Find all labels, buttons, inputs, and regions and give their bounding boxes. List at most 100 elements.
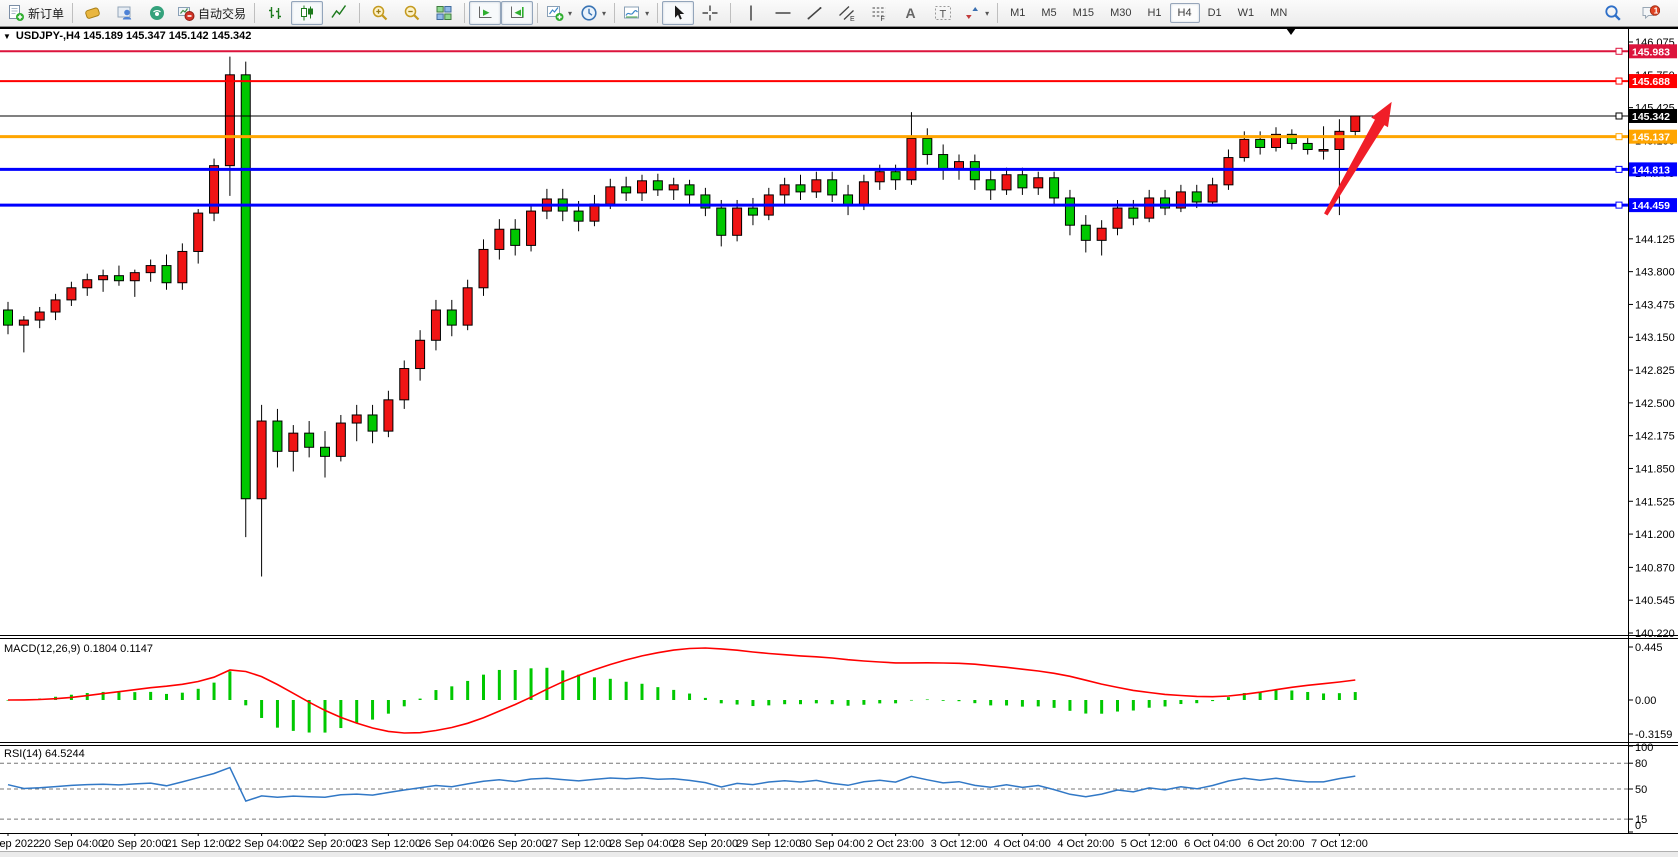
vertical-line-icon (742, 4, 760, 22)
timeframe-mn-button[interactable]: MN (1262, 3, 1295, 23)
bar-chart-button[interactable] (259, 1, 291, 25)
profiles-icon (84, 4, 102, 22)
macd-panel: 0.4450.00-0.3159 (7, 642, 1673, 741)
price-level-lines[interactable]: 145.983145.688145.342145.137144.813144.4… (0, 44, 1677, 212)
new-chart-button[interactable]: ▾ (542, 1, 576, 25)
price-axis[interactable]: 146.075145.750145.425145.100144.775144.4… (1628, 37, 1675, 640)
zoom-out-icon (403, 4, 421, 22)
templates-button[interactable]: ▾ (619, 1, 653, 25)
autotrading-button[interactable]: 自动交易 (173, 1, 250, 25)
zoom-out-button[interactable] (396, 1, 428, 25)
timeframe-w1-button[interactable]: W1 (1230, 3, 1263, 23)
svg-text:4 Oct 04:00: 4 Oct 04:00 (994, 838, 1051, 850)
new-order-icon (7, 4, 25, 22)
toolbar-separator (730, 3, 731, 23)
chevron-down-icon: ▾ (602, 9, 606, 18)
channel-icon: E (838, 4, 856, 22)
auto-scroll-icon (476, 4, 494, 22)
svg-text:22 Sep 20:00: 22 Sep 20:00 (292, 838, 357, 850)
notifications-button[interactable]: 1 (1635, 1, 1667, 25)
toolbar-separator (657, 3, 658, 23)
timeframe-h4-button[interactable]: H4 (1170, 3, 1200, 23)
svg-text:141.200: 141.200 (1635, 529, 1675, 541)
signals-icon (148, 4, 166, 22)
line-chart-button[interactable] (323, 1, 355, 25)
svg-text:28 Sep 04:00: 28 Sep 04:00 (609, 838, 674, 850)
vertical-line-button[interactable] (735, 1, 767, 25)
chart-shift-icon (508, 4, 526, 22)
crosshair-icon (701, 4, 719, 22)
chat-icon: 1 (1642, 4, 1660, 22)
periods-button[interactable]: ▾ (576, 1, 610, 25)
macd-indicator-label: MACD(12,26,9) 0.1804 0.1147 (4, 643, 153, 655)
trendline-button[interactable] (799, 1, 831, 25)
svg-text:7 Oct 12:00: 7 Oct 12:00 (1311, 838, 1368, 850)
crosshair-button[interactable] (694, 1, 726, 25)
cursor-button[interactable] (662, 1, 694, 25)
chart-canvas[interactable]: 146.075145.750145.425145.100144.775144.4… (0, 27, 1678, 857)
time-axis[interactable]: 19 Sep 202220 Sep 04:0020 Sep 20:0021 Se… (0, 833, 1368, 850)
text-button[interactable]: A (895, 1, 927, 25)
svg-text:142.500: 142.500 (1635, 398, 1675, 410)
svg-text:21 Sep 12:00: 21 Sep 12:00 (165, 838, 230, 850)
text-label-button[interactable]: T (927, 1, 959, 25)
candles-layer (4, 57, 1360, 577)
auto-scroll-button[interactable] (469, 1, 501, 25)
rsi-indicator-label: RSI(14) 64.5244 (4, 748, 85, 760)
line-anchor (1616, 202, 1622, 208)
svg-text:E: E (850, 16, 855, 22)
toolbar-separator (464, 3, 465, 23)
button-label: 新订单 (28, 5, 64, 22)
timeframe-m30-button[interactable]: M30 (1102, 3, 1139, 23)
svg-text:F: F (881, 16, 885, 22)
arrows-button[interactable]: ▾ (959, 1, 993, 25)
text-label-icon: T (934, 4, 952, 22)
svg-text:20 Sep 20:00: 20 Sep 20:00 (102, 838, 167, 850)
chevron-down-icon: ▾ (985, 9, 989, 18)
bar-chart-icon (266, 4, 284, 22)
candle-chart-button[interactable] (291, 1, 323, 25)
svg-text:27 Sep 12:00: 27 Sep 12:00 (546, 838, 611, 850)
timeframe-d1-button[interactable]: D1 (1200, 3, 1230, 23)
cursor-icon (669, 4, 687, 22)
toolbar-separator (537, 3, 538, 23)
new-order-button[interactable]: 新订单 (3, 1, 68, 25)
search-icon (1604, 4, 1622, 22)
horizontal-line-button[interactable] (767, 1, 799, 25)
chart-menu-icon[interactable]: ▼ (3, 32, 11, 41)
timeframe-m5-button[interactable]: M5 (1033, 3, 1064, 23)
svg-text:0: 0 (1635, 820, 1641, 832)
tile-windows-icon (435, 4, 453, 22)
profiles-button[interactable] (77, 1, 109, 25)
line-anchor (1616, 78, 1622, 84)
svg-text:3 Oct 12:00: 3 Oct 12:00 (931, 838, 988, 850)
timeframe-h1-button[interactable]: H1 (1139, 3, 1169, 23)
svg-text:144.125: 144.125 (1635, 234, 1675, 246)
search-button[interactable] (1597, 1, 1629, 25)
timeframe-m1-button[interactable]: M1 (1002, 3, 1033, 23)
text-icon: A (902, 4, 920, 22)
svg-text:141.525: 141.525 (1635, 496, 1675, 508)
tile-windows-button[interactable] (428, 1, 460, 25)
svg-text:20 Sep 04:00: 20 Sep 04:00 (39, 838, 104, 850)
zoom-in-icon (371, 4, 389, 22)
toolbar-separator (359, 3, 360, 23)
svg-text:50: 50 (1635, 784, 1647, 796)
channel-button[interactable]: E (831, 1, 863, 25)
timeframe-m15-button[interactable]: M15 (1065, 3, 1102, 23)
toolbar-separator (614, 3, 615, 23)
chevron-down-icon: ▾ (568, 9, 572, 18)
market-watch-button[interactable] (109, 1, 141, 25)
line-anchor (1616, 134, 1622, 140)
zoom-in-button[interactable] (364, 1, 396, 25)
toolbar-separator (997, 3, 998, 23)
rsi-panel: 1008050150 (0, 742, 1653, 832)
fibonacci-button[interactable]: F (863, 1, 895, 25)
signals-button[interactable] (141, 1, 173, 25)
line-anchor (1616, 113, 1622, 119)
svg-text:30 Sep 04:00: 30 Sep 04:00 (799, 838, 864, 850)
chart-shift-button[interactable] (501, 1, 533, 25)
button-label: 自动交易 (198, 5, 246, 22)
templates-icon (623, 4, 641, 22)
svg-text:145.342: 145.342 (1632, 111, 1670, 123)
